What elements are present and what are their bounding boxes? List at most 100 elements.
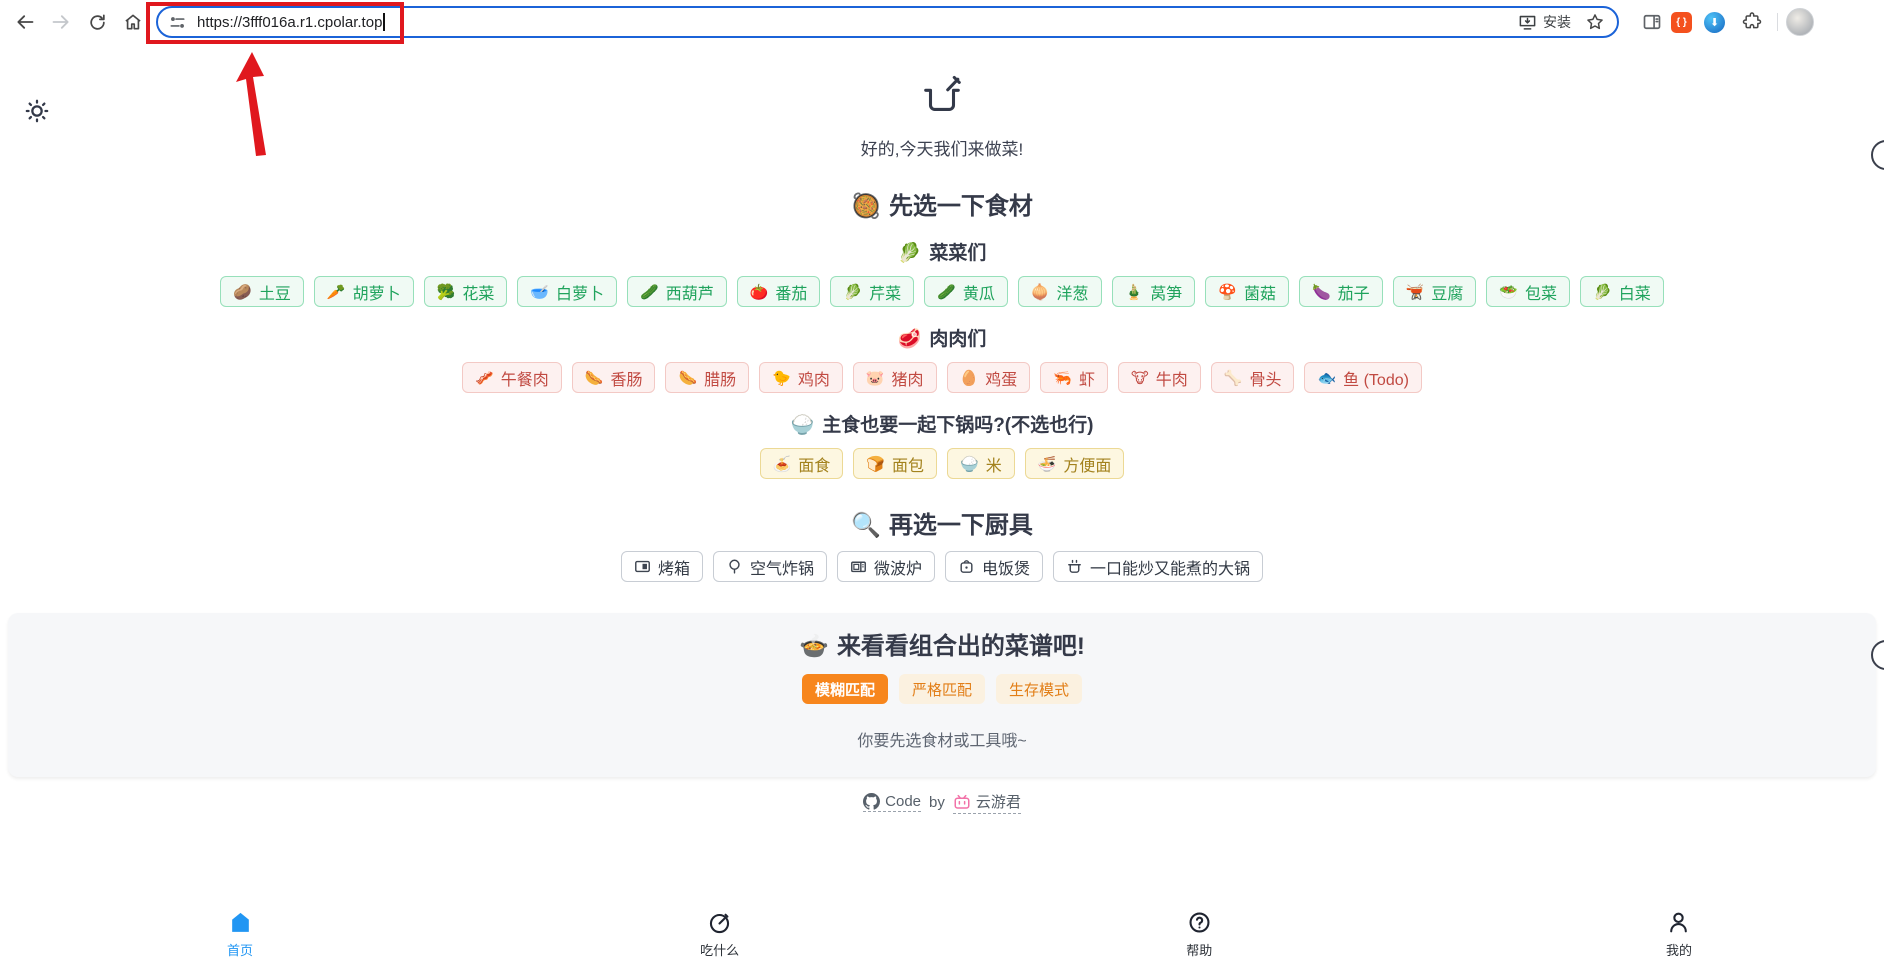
ingredient-chip[interactable]: 🐷 猪肉 [852, 362, 937, 393]
ingredient-chip[interactable]: 🍝 面食 [759, 448, 844, 479]
ingredient-label: 茄子 [1337, 285, 1370, 303]
tool-chip[interactable]: 微波炉 [836, 551, 935, 582]
forward-icon [52, 15, 69, 29]
browser-toolbar: https://3fff016a.r1.cpolar.top 安装 { } ⬇ [0, 0, 1884, 44]
ingredient-chip[interactable]: 🥗 包菜 [1486, 276, 1571, 307]
match-mode-tab[interactable]: 严格匹配 [898, 674, 985, 704]
ingredient-chip[interactable]: 🍜 方便面 [1024, 448, 1125, 479]
ingredient-chip[interactable]: 🥒 西葫芦 [627, 276, 727, 307]
address-bar[interactable]: https://3fff016a.r1.cpolar.top 安装 [156, 6, 1619, 38]
rice-cooker-icon [958, 558, 975, 575]
install-app-button[interactable]: 安装 [1518, 12, 1571, 32]
tool-label: 烤箱 [657, 560, 690, 578]
ingredient-label: 腊肠 [704, 371, 737, 389]
ingredient-chip[interactable]: 🐮 牛肉 [1117, 362, 1201, 393]
person-icon [1670, 912, 1688, 932]
ingredient-chip[interactable]: 🍄 菌菇 [1205, 276, 1289, 307]
author-link[interactable]: 云游君 [952, 791, 1021, 814]
pot-of-food-emoji: 🍲 [799, 633, 829, 660]
reload-button[interactable] [80, 5, 114, 39]
back-button[interactable] [8, 5, 42, 39]
ingredient-chip[interactable]: 🥬 芹菜 [830, 276, 915, 307]
ingredient-chip[interactable]: 🐤 鸡肉 [759, 362, 843, 393]
tool-chip[interactable]: 一口能炒又能煮的大锅 [1053, 551, 1264, 582]
tool-label: 一口能炒又能煮的大锅 [1090, 560, 1251, 578]
ingredient-chip[interactable]: 🫕 豆腐 [1392, 276, 1477, 307]
ingredient-chip[interactable]: 🥦 花菜 [423, 276, 508, 307]
extension-orange-icon[interactable]: { } [1671, 11, 1692, 33]
ingredient-emoji: 🍞 [866, 455, 885, 473]
reload-icon [89, 14, 105, 30]
dial-icon [710, 913, 730, 933]
extensions-button[interactable] [1735, 5, 1769, 39]
ingredient-chip[interactable]: 🍅 番茄 [736, 276, 821, 307]
ingredient-label: 芹菜 [869, 285, 902, 303]
ingredient-chip[interactable]: 🥣 白萝卜 [517, 276, 618, 307]
ingredient-label: 包菜 [1525, 285, 1558, 303]
code-link[interactable]: Code [863, 793, 921, 812]
ingredient-chip[interactable]: 🍆 茄子 [1298, 276, 1383, 307]
match-mode-tab[interactable]: 模糊匹配 [801, 674, 888, 704]
ingredient-chip[interactable]: 🦴 骨头 [1210, 362, 1295, 393]
ingredient-chip[interactable]: 🥬 白菜 [1580, 276, 1664, 307]
ingredient-chip[interactable]: 🎍 莴笋 [1111, 276, 1196, 307]
nav-item-what-to-eat[interactable]: 吃什么 [655, 910, 785, 959]
ingredient-emoji: 🥓 [475, 369, 494, 387]
nav-item-home[interactable]: 首页 [175, 910, 305, 959]
bottom-nav: 首页 吃什么 帮助 我的 [0, 901, 1884, 973]
ingredient-chip[interactable]: 🥚 鸡蛋 [946, 362, 1031, 393]
tab-label: 严格匹配 [911, 681, 972, 699]
tool-label: 电饭煲 [982, 560, 1031, 578]
ingredient-label: 豆腐 [1431, 285, 1464, 303]
ingredient-label: 虾 [1078, 371, 1095, 389]
theme-toggle-button[interactable] [20, 94, 54, 128]
tab-label: 模糊匹配 [814, 681, 875, 699]
extension-blue-icon[interactable]: ⬇ [1704, 11, 1725, 33]
ingredient-label: 方便面 [1063, 457, 1112, 475]
match-mode-tab[interactable]: 生存模式 [996, 674, 1083, 704]
nav-label: 首页 [226, 942, 253, 958]
tool-chips: 烤箱 空气炸锅 微波炉 电饭煲 一口能炒又能煮的大锅 [212, 551, 1672, 582]
big-pot-icon [1066, 558, 1083, 575]
cook-app-page: 好的,今天我们来做菜! 🥘 先选一下食材 🥬 菜菜们 🥔 土豆 🥕 胡萝卜 🥦 花菜… [0, 74, 1884, 814]
profile-avatar[interactable] [1786, 8, 1814, 36]
forward-button[interactable] [44, 5, 78, 39]
ingredient-chip[interactable]: 🦐 虾 [1040, 362, 1108, 393]
side-panel-button[interactable] [1635, 5, 1669, 39]
ingredient-chip[interactable]: 🥔 土豆 [220, 276, 304, 307]
ingredient-chip[interactable]: 🥕 胡萝卜 [313, 276, 414, 307]
tool-chip[interactable]: 烤箱 [620, 551, 703, 582]
help-circle-icon [1189, 911, 1210, 933]
ingredient-emoji: 🐷 [865, 369, 885, 387]
ingredient-emoji: 🎍 [1124, 283, 1144, 301]
ingredient-emoji: 🦐 [1053, 369, 1072, 387]
ingredient-emoji: 🥚 [959, 369, 979, 387]
ingredient-chip[interactable]: 🐟 鱼 (Todo) [1304, 362, 1422, 393]
tool-chip[interactable]: 空气炸锅 [712, 551, 827, 582]
ingredient-label: 鸡蛋 [985, 371, 1018, 389]
pot-logo [0, 74, 1884, 125]
ingredient-emoji: 🥒 [937, 283, 956, 301]
ingredient-chip[interactable]: 🧅 洋葱 [1017, 276, 1102, 307]
ingredient-chip[interactable]: 🥓 午餐肉 [462, 362, 562, 393]
ingredient-chip[interactable]: 🌭 香肠 [571, 362, 656, 393]
home-button[interactable] [116, 5, 150, 39]
install-icon [1519, 15, 1536, 30]
bookmark-star-icon[interactable] [1585, 12, 1605, 32]
ingredient-label: 鸡肉 [797, 371, 830, 389]
nav-label: 吃什么 [700, 942, 740, 958]
ingredient-chip[interactable]: 🍚 米 [947, 448, 1015, 479]
install-label: 安装 [1543, 14, 1571, 30]
microwave-icon [850, 558, 867, 575]
ingredient-emoji: 🐮 [1130, 369, 1149, 387]
nav-item-profile[interactable]: 我的 [1614, 910, 1744, 959]
ingredient-label: 莴笋 [1150, 285, 1183, 303]
ingredient-chip[interactable]: 🌭 腊肠 [665, 362, 750, 393]
ingredient-chip[interactable]: 🍞 面包 [853, 448, 937, 479]
toolbar-divider [1777, 13, 1778, 31]
tool-chip[interactable]: 电饭煲 [945, 551, 1044, 582]
ingredient-label: 白萝卜 [556, 285, 605, 303]
ingredient-chip[interactable]: 🥒 黄瓜 [924, 276, 1008, 307]
nav-item-help[interactable]: 帮助 [1134, 910, 1264, 959]
ingredient-label: 面食 [798, 457, 831, 475]
